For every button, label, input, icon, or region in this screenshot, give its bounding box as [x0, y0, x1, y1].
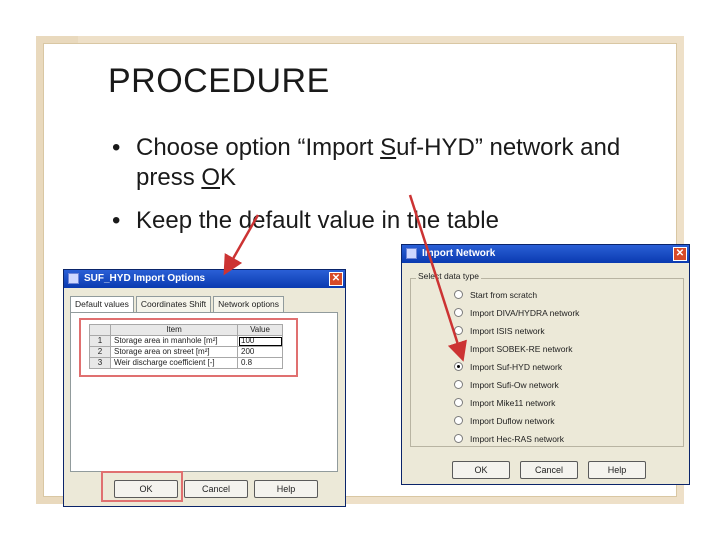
annotation-arrows	[223, 194, 467, 362]
arrow-to-table	[223, 214, 260, 276]
arrow-to-suf-hyd-option	[408, 194, 467, 362]
